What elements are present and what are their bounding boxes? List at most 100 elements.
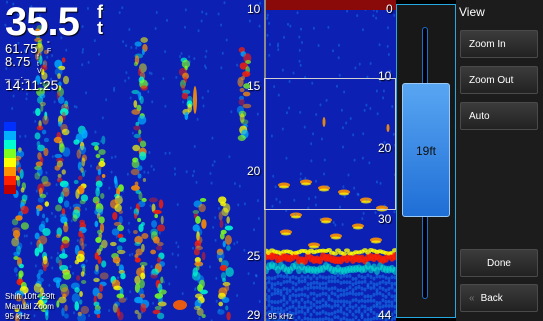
- zoom-in-button[interactable]: Zoom In: [460, 30, 538, 58]
- color-scale-swatch: [4, 131, 16, 140]
- sonar-return: [219, 232, 225, 240]
- sonar-return: [114, 155, 117, 159]
- sonar-return: [351, 305, 355, 310]
- sonar-return: [378, 291, 382, 296]
- sonar-return: [223, 1, 226, 5]
- sonar-return: [327, 312, 331, 317]
- view-menu: View Zoom In Zoom Out Auto Done « Back: [456, 0, 543, 321]
- sonar-return: [80, 279, 87, 285]
- sonar-return: [41, 129, 47, 135]
- sonar-return: [73, 311, 76, 315]
- sonar-return: [357, 299, 361, 304]
- sonar-return: [309, 312, 313, 317]
- sonar-return: [333, 303, 337, 308]
- sonar-return: [378, 285, 382, 290]
- sonar-return: [317, 44, 320, 48]
- sonar-return: [339, 280, 343, 285]
- sonar-return: [122, 189, 125, 193]
- sonar-return: [156, 224, 166, 232]
- zoom-depth-slider[interactable]: 19ft: [396, 4, 456, 318]
- sonar-return: [342, 303, 346, 308]
- sonar-return: [148, 151, 151, 155]
- sonar-return: [339, 309, 343, 314]
- sonar-return: [351, 282, 355, 287]
- sonar-return: [333, 299, 337, 304]
- sonar-return: [19, 169, 24, 179]
- sonar-return: [312, 280, 316, 285]
- sonar-return: [15, 273, 18, 277]
- sonar-return: [381, 279, 385, 284]
- sonar-return: [58, 196, 63, 204]
- sonar-return: [357, 273, 361, 278]
- sonar-return: [117, 249, 126, 255]
- sonar-return: [137, 234, 140, 238]
- surface-clutter-band: [266, 0, 396, 10]
- sonar-return: [79, 299, 83, 305]
- sonar-return: [348, 285, 352, 290]
- zoom-out-button[interactable]: Zoom Out: [460, 66, 538, 94]
- sonar-return: [208, 265, 211, 269]
- auto-button[interactable]: Auto: [460, 102, 538, 130]
- sonar-return: [34, 172, 41, 180]
- sonar-return: [56, 251, 59, 255]
- sonar-return: [306, 294, 310, 299]
- zoom-window-box: [264, 78, 396, 210]
- sonar-return: [128, 253, 131, 257]
- sonar-return: [268, 21, 271, 25]
- sonar-return: [354, 297, 358, 302]
- voltage-unit: V: [37, 68, 42, 75]
- sonar-return: [351, 312, 355, 317]
- sonar-return: [36, 125, 44, 131]
- sonar-return: [129, 96, 132, 100]
- sonar-return: [363, 279, 367, 284]
- main-scale-label-29: 29: [247, 308, 261, 321]
- sonar-return: [362, 211, 365, 215]
- sonar-return: [366, 306, 370, 311]
- sonar-return: [25, 97, 28, 101]
- sonar-return: [213, 160, 216, 164]
- sonar-return: [195, 180, 198, 184]
- sonar-return: [193, 144, 196, 148]
- sonar-return: [309, 291, 313, 296]
- sonar-return: [81, 25, 84, 29]
- sonar-return: [193, 86, 197, 114]
- sonar-return: [134, 213, 138, 219]
- sonar-return: [214, 238, 217, 242]
- sonar-return: [289, 24, 292, 28]
- sonar-return: [150, 164, 153, 168]
- sonar-return: [140, 85, 148, 91]
- sonar-return: [318, 305, 322, 310]
- sonar-return: [297, 293, 301, 298]
- sonar-return: [309, 285, 313, 290]
- sonar-return: [291, 280, 295, 285]
- sonar-return: [300, 309, 304, 314]
- sonar-return: [321, 286, 325, 291]
- sonar-return: [35, 107, 41, 117]
- sonar-return: [372, 276, 376, 281]
- sonar-return: [336, 315, 340, 320]
- sonar-return: [51, 155, 54, 159]
- sonar-return: [75, 189, 80, 199]
- sonar-return: [155, 245, 163, 251]
- sonar-return: [360, 315, 364, 320]
- slider-thumb[interactable]: 19ft: [402, 83, 450, 217]
- done-button[interactable]: Done: [460, 249, 538, 277]
- main-sonar-view[interactable]: 35.5 f t 61.75 ° F 8.75 f t _ _._ V 14:1…: [0, 0, 264, 321]
- sonar-return: [331, 236, 341, 240]
- sonar-return: [294, 213, 297, 217]
- sonar-return: [331, 49, 334, 53]
- sonar-return: [202, 104, 205, 108]
- sonar-return: [267, 275, 271, 280]
- sonar-return: [298, 59, 301, 63]
- sonar-return: [361, 28, 364, 32]
- sonar-return: [118, 11, 121, 15]
- sonar-return: [54, 215, 57, 219]
- sonar-return: [79, 227, 82, 231]
- sonar-return: [386, 44, 389, 48]
- sonar-return: [84, 243, 87, 247]
- sonar-return: [238, 98, 245, 106]
- sonar-return: [378, 300, 382, 305]
- sonar-return: [357, 285, 361, 290]
- back-button[interactable]: « Back: [460, 284, 538, 312]
- sonar-return: [369, 280, 373, 285]
